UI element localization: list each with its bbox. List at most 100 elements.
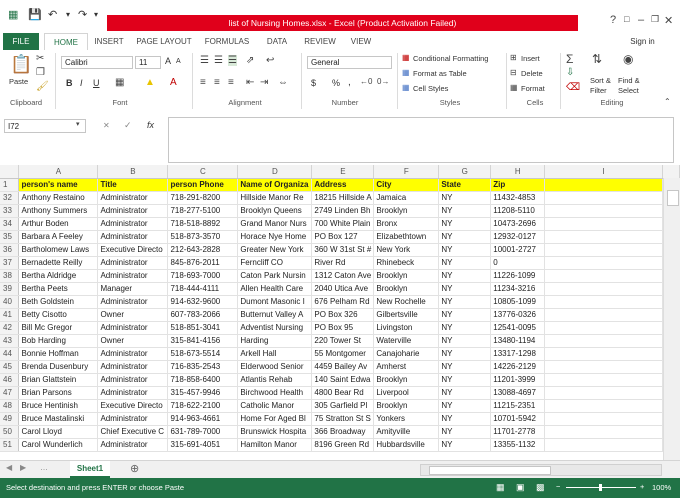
header-cell-h[interactable]: Zip xyxy=(490,178,546,192)
cell-b[interactable]: Owner xyxy=(97,308,169,322)
cell-h[interactable]: 11208-5110 xyxy=(490,204,546,218)
cell-a[interactable]: Betty Cisotto xyxy=(18,308,99,322)
middle-align-icon[interactable]: ☰ xyxy=(214,55,223,66)
cell-h[interactable]: 13480-1194 xyxy=(490,334,546,348)
cell-b[interactable]: Administrator xyxy=(97,230,169,244)
header-cell-i[interactable] xyxy=(544,178,663,192)
cell-b[interactable]: Administrator xyxy=(97,269,169,283)
tab-page-layout[interactable]: PAGE LAYOUT xyxy=(134,33,194,50)
cell-h[interactable]: 0 xyxy=(490,256,546,270)
cell-e[interactable]: 700 White Plain xyxy=(311,217,375,231)
cell-i[interactable] xyxy=(544,425,663,439)
cell-e[interactable]: 18215 Hillside A xyxy=(311,191,375,205)
header-cell-f[interactable]: City xyxy=(373,178,440,192)
cell-d[interactable]: Catholic Manor xyxy=(237,399,313,413)
cell-i[interactable] xyxy=(544,217,663,231)
cell-a[interactable]: Beth Goldstein xyxy=(18,295,99,309)
header-cell-c[interactable]: person Phone xyxy=(167,178,239,192)
cell-i[interactable] xyxy=(544,373,663,387)
cell-i[interactable] xyxy=(544,321,663,335)
sign-in-link[interactable]: Sign in xyxy=(625,33,660,50)
cell-a[interactable]: Bartholomew Laws xyxy=(18,243,99,257)
cell-d[interactable]: Hillside Manor Re xyxy=(237,191,313,205)
select-all-corner[interactable] xyxy=(0,165,20,179)
cell-f[interactable]: Elizabethtown xyxy=(373,230,440,244)
cell-c[interactable]: 718-622-2100 xyxy=(167,399,239,413)
tab-formulas[interactable]: FORMULAS xyxy=(203,33,251,50)
cell-g[interactable]: NY xyxy=(438,386,492,400)
cell-e[interactable]: 220 Tower St xyxy=(311,334,375,348)
cell-h[interactable]: 13776-0326 xyxy=(490,308,546,322)
font-name-select[interactable]: Calibri xyxy=(61,56,133,69)
undo-icon[interactable]: ↶ xyxy=(48,8,57,21)
cell-a[interactable]: Bruce Hentinish xyxy=(18,399,99,413)
cell-b[interactable]: Executive Directo xyxy=(97,243,169,257)
cell-i[interactable] xyxy=(544,386,663,400)
row-header[interactable]: 34 xyxy=(0,217,20,231)
column-header-d[interactable]: D xyxy=(237,165,313,179)
cell-d[interactable]: Greater New York xyxy=(237,243,313,257)
collapse-ribbon-icon[interactable]: ⌃ xyxy=(664,97,671,106)
cell-b[interactable]: Administrator xyxy=(97,438,169,452)
cell-f[interactable]: Brooklyn xyxy=(373,282,440,296)
cell-h[interactable]: 13088-4697 xyxy=(490,386,546,400)
column-header-f[interactable]: F xyxy=(373,165,440,179)
cell-c[interactable]: 315-457-9946 xyxy=(167,386,239,400)
cell-b[interactable]: Administrator xyxy=(97,360,169,374)
increase-decimal-icon[interactable]: ←0 xyxy=(360,77,372,86)
conditional-formatting-button[interactable]: Conditional Formatting xyxy=(413,54,488,63)
undo-dropdown-icon[interactable]: ▾ xyxy=(66,10,70,19)
percent-button[interactable]: % xyxy=(332,78,340,88)
cell-f[interactable]: New Rochelle xyxy=(373,295,440,309)
underline-button[interactable]: U xyxy=(93,78,100,88)
cell-d[interactable]: Birchwood Health xyxy=(237,386,313,400)
row-header[interactable]: 43 xyxy=(0,334,20,348)
cell-f[interactable]: Amityville xyxy=(373,425,440,439)
cell-c[interactable]: 518-673-5514 xyxy=(167,347,239,361)
cut-icon[interactable]: ✂ xyxy=(36,53,44,64)
cell-d[interactable]: Brunswick Hospita xyxy=(237,425,313,439)
cell-g[interactable]: NY xyxy=(438,243,492,257)
cell-f[interactable]: Livingston xyxy=(373,321,440,335)
cell-d[interactable]: Butternut Valley A xyxy=(237,308,313,322)
new-sheet-icon[interactable]: ⊕ xyxy=(130,462,139,475)
cell-d[interactable]: Arkell Hall xyxy=(237,347,313,361)
tab-review[interactable]: REVIEW xyxy=(302,33,338,50)
cell-a[interactable]: Brian Glattstein xyxy=(18,373,99,387)
cell-a[interactable]: Barbara A Feeley xyxy=(18,230,99,244)
cell-h[interactable]: 14226-2129 xyxy=(490,360,546,374)
cell-h[interactable]: 11701-2778 xyxy=(490,425,546,439)
cell-f[interactable]: Brooklyn xyxy=(373,399,440,413)
cell-g[interactable]: NY xyxy=(438,321,492,335)
cell-i[interactable] xyxy=(544,204,663,218)
delete-button[interactable]: Delete xyxy=(521,69,543,78)
name-box[interactable]: I72 xyxy=(4,119,86,133)
cell-g[interactable]: NY xyxy=(438,191,492,205)
zoom-in-button[interactable]: + xyxy=(640,482,644,491)
cell-i[interactable] xyxy=(544,256,663,270)
row-header[interactable]: 47 xyxy=(0,386,20,400)
cell-d[interactable]: Brooklyn Queens xyxy=(237,204,313,218)
cell-f[interactable]: Liverpool xyxy=(373,386,440,400)
horizontal-scrollbar[interactable] xyxy=(420,464,662,476)
cell-i[interactable] xyxy=(544,360,663,374)
sort-filter-button[interactable]: Sort & xyxy=(590,76,611,85)
cell-f[interactable]: Rhinebeck xyxy=(373,256,440,270)
enter-button[interactable]: ✓ xyxy=(124,120,132,131)
cell-styles-button[interactable]: Cell Styles xyxy=(413,84,448,93)
cell-c[interactable]: 718-518-8892 xyxy=(167,217,239,231)
cell-d[interactable]: Ferncliff CO xyxy=(237,256,313,270)
cell-a[interactable]: Arthur Boden xyxy=(18,217,99,231)
cell-f[interactable]: Canajoharie xyxy=(373,347,440,361)
cell-i[interactable] xyxy=(544,282,663,296)
cell-c[interactable]: 718-291-8200 xyxy=(167,191,239,205)
filter-label[interactable]: Filter xyxy=(590,86,607,95)
format-as-table-button[interactable]: Format as Table xyxy=(413,69,467,78)
grow-font-button[interactable]: A xyxy=(165,56,171,66)
cell-e[interactable]: PO Box 95 xyxy=(311,321,375,335)
column-header-g[interactable]: G xyxy=(438,165,492,179)
help-button[interactable]: ? xyxy=(610,14,616,26)
close-button[interactable]: ✕ xyxy=(664,14,673,27)
row-header[interactable]: 40 xyxy=(0,295,20,309)
zoom-slider-handle[interactable] xyxy=(599,484,602,491)
